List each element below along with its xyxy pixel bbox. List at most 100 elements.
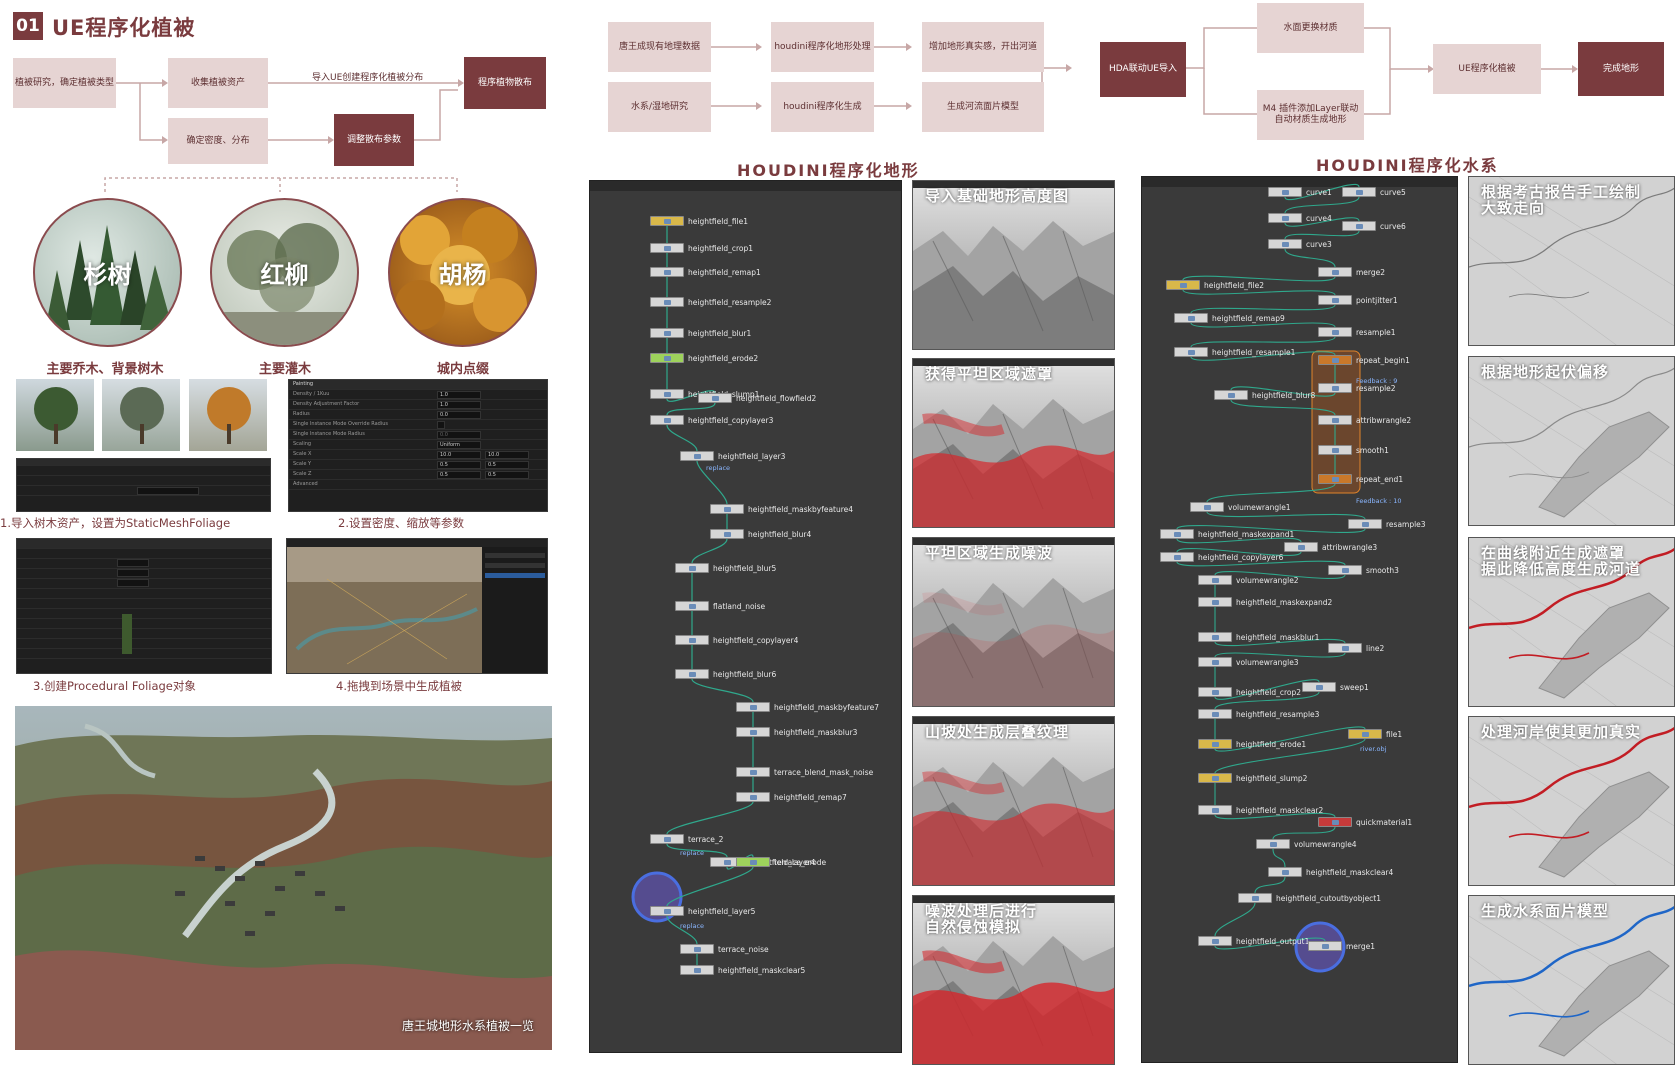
terrain-node[interactable]: [650, 328, 684, 338]
terrain-node[interactable]: [736, 767, 770, 777]
water-node[interactable]: [1268, 187, 1302, 197]
water-node-label: volumewrangle4: [1294, 840, 1357, 849]
radius-field[interactable]: 0.0: [437, 411, 481, 419]
water-node[interactable]: [1284, 542, 1318, 552]
water-step-thumbnail: 根据考古报告手工绘制 大致走向: [1468, 176, 1675, 346]
water-node[interactable]: [1198, 709, 1232, 719]
water-node[interactable]: [1348, 729, 1382, 739]
water-node[interactable]: [1268, 867, 1302, 877]
water-node[interactable]: [1238, 893, 1272, 903]
terrain-node[interactable]: [698, 393, 732, 403]
water-node[interactable]: [1342, 187, 1376, 197]
water-node[interactable]: [1318, 355, 1352, 365]
water-node-label: file1: [1386, 730, 1403, 739]
terrain-node[interactable]: [675, 635, 709, 645]
water-node[interactable]: [1328, 643, 1362, 653]
terrain-node[interactable]: [680, 944, 714, 954]
terrain-node[interactable]: [675, 563, 709, 573]
water-node[interactable]: [1198, 657, 1232, 667]
terrain-node[interactable]: [650, 216, 684, 226]
scale-z-min[interactable]: 0.5: [437, 471, 481, 479]
terrain-node[interactable]: [675, 601, 709, 611]
scale-y-min[interactable]: 0.5: [437, 461, 481, 469]
water-node[interactable]: [1318, 474, 1352, 484]
water-node[interactable]: [1318, 267, 1352, 277]
water-node[interactable]: [1318, 817, 1352, 827]
water-node[interactable]: [1166, 280, 1200, 290]
terrain-node[interactable]: [736, 792, 770, 802]
terrain-node-label: heightfield_blur5: [713, 564, 777, 573]
water-node[interactable]: [1198, 597, 1232, 607]
terrain-node[interactable]: [736, 857, 770, 867]
scale-y-max[interactable]: 0.5: [485, 461, 529, 469]
water-node[interactable]: [1198, 632, 1232, 642]
water-node[interactable]: [1198, 739, 1232, 749]
override-radius-checkbox[interactable]: [437, 421, 445, 429]
water-node[interactable]: [1318, 327, 1352, 337]
terrain-node[interactable]: [680, 451, 714, 461]
terrain-node[interactable]: [680, 965, 714, 975]
water-node[interactable]: [1318, 383, 1352, 393]
water-node[interactable]: [1198, 936, 1232, 946]
pf-field[interactable]: [117, 569, 149, 577]
water-node[interactable]: [1328, 565, 1362, 575]
water-node[interactable]: [1198, 773, 1232, 783]
scaling-select[interactable]: Uniform: [437, 441, 481, 449]
water-node[interactable]: [1160, 552, 1194, 562]
foliage-settings-panel: Painting Density / 1Kuu Density Adjustme…: [288, 379, 548, 512]
water-node[interactable]: [1174, 347, 1208, 357]
scale-x-max[interactable]: 10.0: [485, 451, 529, 459]
pf-field[interactable]: [117, 559, 149, 567]
water-node[interactable]: [1214, 390, 1248, 400]
water-node[interactable]: [1174, 313, 1208, 323]
terrain-node[interactable]: [650, 243, 684, 253]
water-node[interactable]: [1268, 213, 1302, 223]
water-node[interactable]: [1198, 575, 1232, 585]
water-node[interactable]: [1308, 941, 1342, 951]
instance-radius-field[interactable]: 0.0: [437, 431, 481, 439]
density-field[interactable]: 1.0: [437, 391, 481, 399]
water-node[interactable]: [1302, 682, 1336, 692]
water-node[interactable]: [1348, 519, 1382, 529]
terrain-node[interactable]: [650, 353, 684, 363]
terrain-render: [913, 359, 1114, 527]
ue-viewport[interactable]: [286, 538, 548, 674]
terrain-node[interactable]: [710, 529, 744, 539]
terrain-node[interactable]: [650, 906, 684, 916]
terrain-node[interactable]: [650, 415, 684, 425]
terrain-node[interactable]: [650, 389, 684, 399]
water-node-graph[interactable]: curve1 curve5 curve4 curve6 curve3 merge2 heig…: [1141, 176, 1458, 1063]
water-node-label: repeat_begin1: [1356, 356, 1410, 365]
mesh-field[interactable]: [137, 487, 199, 495]
water-node-label: volumewrangle1: [1228, 503, 1291, 512]
terrain-node[interactable]: [675, 669, 709, 679]
water-node[interactable]: [1318, 445, 1352, 455]
water-node[interactable]: [1198, 687, 1232, 697]
water-node-label: heightfield_blur8: [1252, 391, 1316, 400]
terrain-node[interactable]: [650, 834, 684, 844]
water-node[interactable]: [1318, 295, 1352, 305]
terrain-node[interactable]: [650, 267, 684, 277]
scale-z-max[interactable]: 0.5: [485, 471, 529, 479]
water-node[interactable]: [1256, 839, 1290, 849]
water-node[interactable]: [1342, 221, 1376, 231]
tree-caption-fir: 主要乔木、背景树木: [46, 362, 164, 377]
water-node[interactable]: [1190, 502, 1224, 512]
terrain-step-thumbnail: 噪波处理后进行 自然侵蚀模拟: [912, 895, 1115, 1065]
water-node-label: heightfield_crop2: [1236, 688, 1302, 697]
terrain-node-label: terrace_erode: [774, 858, 827, 867]
terrain-node[interactable]: [736, 727, 770, 737]
pf-field[interactable]: [117, 579, 149, 587]
terrain-node[interactable]: [650, 297, 684, 307]
scale-x-min[interactable]: 10.0: [437, 451, 481, 459]
density-adjust-field[interactable]: 1.0: [437, 401, 481, 409]
water-render: [1469, 896, 1674, 1064]
water-node[interactable]: [1318, 415, 1352, 425]
terrain-step-thumbnail: 导入基础地形高度图: [912, 180, 1115, 350]
terrain-node[interactable]: [736, 702, 770, 712]
terrain-node[interactable]: [710, 504, 744, 514]
water-node[interactable]: [1160, 529, 1194, 539]
water-node[interactable]: [1198, 805, 1232, 815]
water-node[interactable]: [1268, 239, 1302, 249]
terrain-node-graph[interactable]: heightfield_file1 heightfield_crop1 height…: [589, 180, 902, 1053]
